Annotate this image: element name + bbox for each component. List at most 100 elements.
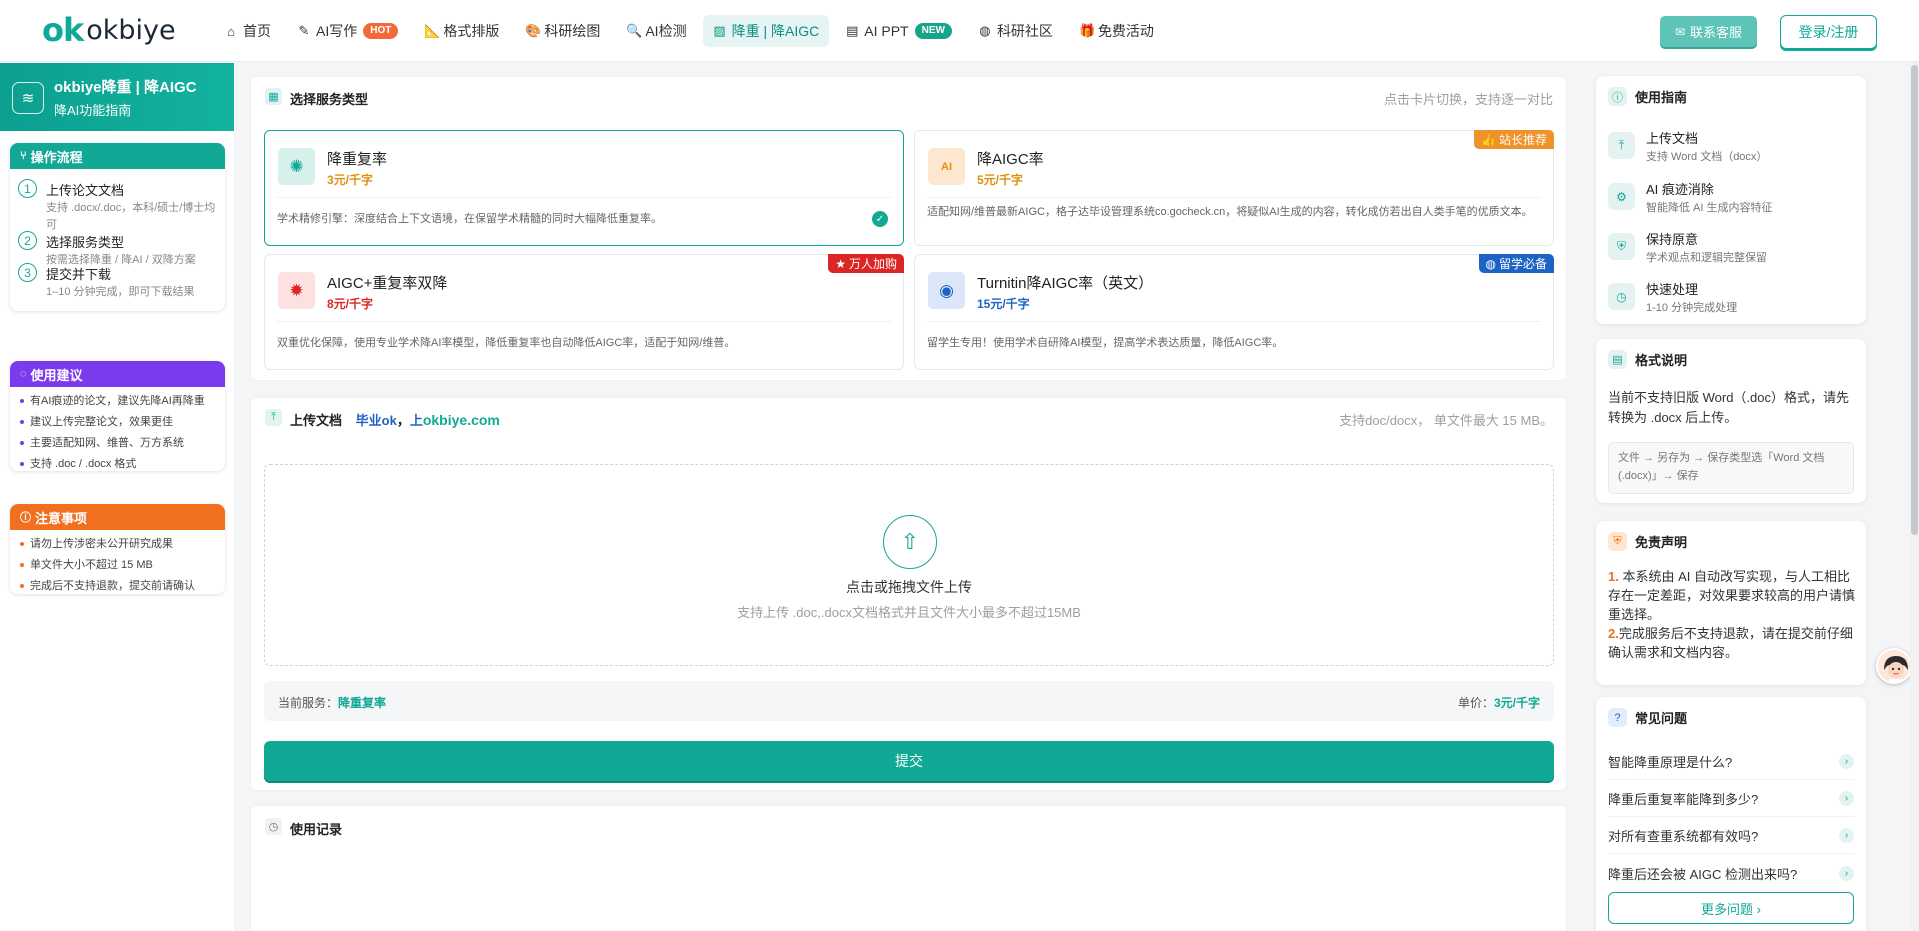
faq-item[interactable]: 降重后还会被 AIGC 检测出来吗? › <box>1608 855 1854 891</box>
service-card-reduce-aigc[interactable]: AI 降AIGC率 5元/千字 适配知网/维普最新AIGC，格子达毕设管理系统c… <box>914 130 1554 246</box>
tips-card: ◌ 使用建议 有AI痕迹的论文，建议先降AI再降重 建议上传完整论文，效果更佳 主… <box>10 361 225 471</box>
left-sidebar: ≋ okbiye降重 | 降AIGC 降AI功能指南 ⑂ 操作流程 1 上传论文文… <box>0 63 234 931</box>
nav-reduce-aigc[interactable]: ▨ 降重 | 降AIGC <box>702 15 830 47</box>
service-price: 15元/千字 <box>977 297 1030 311</box>
list-item: 主要适配知网、维普、万方系统 <box>20 433 219 454</box>
hot-badge: HOT <box>363 23 399 39</box>
gear-icon: ✹ <box>278 272 315 309</box>
ai-hex-icon: AI <box>928 148 965 185</box>
guide-item-desc: 智能降低 AI 生成内容特征 <box>1646 202 1773 214</box>
palette-icon: 🎨 <box>525 23 542 38</box>
study-abroad-ribbon: ◍ 留学必备 <box>1478 254 1554 273</box>
guide-item-title: 快速处理 <box>1646 282 1699 297</box>
records-title: 使用记录 <box>290 822 343 837</box>
nav-ai-writing[interactable]: ✎ AI写作 HOT <box>287 15 408 47</box>
service-card-turnitin[interactable]: ◉ Turnitin降AIGC率（英文） 15元/千字 留学生专用！使用学术自研… <box>914 254 1554 370</box>
globe-icon: ◍ <box>1485 256 1496 271</box>
faq-item[interactable]: 对所有查重系统都有效吗? › <box>1608 818 1854 854</box>
flow-card: ⑂ 操作流程 1 上传论文文档 支持 .docx/.doc，本科/硕士/博士均可 … <box>10 143 225 311</box>
step-number: 2 <box>18 231 37 250</box>
nav-ai-detect[interactable]: 🔍 AI检测 <box>616 15 696 47</box>
nav-research-drawing[interactable]: 🎨 科研绘图 <box>515 15 610 47</box>
format-card: ▤ 格式说明 当前不支持旧版 Word（.doc）格式，请先转换为 .docx 后… <box>1596 339 1866 503</box>
step-desc: 1–10 分钟完成，即可下载结果 <box>46 286 195 298</box>
nav-label: AI检测 <box>645 23 687 39</box>
faq-question: 对所有查重系统都有效吗? <box>1608 829 1759 844</box>
guide-item-desc: 学术观点和逻辑完整保留 <box>1646 252 1767 264</box>
guide-item-title: AI 痕迹消除 <box>1646 182 1714 197</box>
upload-icon: ⤒ <box>265 409 282 426</box>
more-questions-button[interactable]: 更多问题 › <box>1608 892 1854 924</box>
service-name: AIGC+重复率双降 <box>327 275 448 292</box>
edit-box-icon: ▨ <box>713 23 726 38</box>
nav-free-events[interactable]: 🎁 免费活动 <box>1069 15 1164 47</box>
home-icon: ⌂ <box>227 23 235 39</box>
notes-card: ⓘ 注意事项 请勿上传涉密未公开研究成果 单文件大小不超过 15 MB 完成后不支… <box>10 504 225 594</box>
format-title: 格式说明 <box>1635 353 1688 368</box>
service-price: 8元/千字 <box>327 297 374 311</box>
service-name: Turnitin降AIGC率（英文） <box>977 275 1154 292</box>
comment-icon: ◌ <box>20 368 27 380</box>
nav-community[interactable]: ◍ 科研社区 <box>968 15 1063 47</box>
guide-item-title: 上传文档 <box>1646 131 1699 146</box>
brain-icon: ◉ <box>928 272 965 309</box>
service-price: 3元/千字 <box>327 173 374 187</box>
format-header: ▤ 格式说明 <box>1608 350 1687 369</box>
nav-format[interactable]: 📐 格式排版 <box>414 15 509 47</box>
okbiye-logo[interactable]: ok okbiye <box>42 12 176 48</box>
document-icon: ▤ <box>1608 350 1627 369</box>
upload-panel-title: 上传文档 毕业ok，上okbiye.com <box>290 410 500 429</box>
list-item: 有AI痕迹的论文，建议先降AI再降重 <box>20 391 219 412</box>
faq-header: ? 常见问题 <box>1608 708 1687 727</box>
service-desc: 双重优化保障，使用专业学术降AI率模型，降低重复率也自动降低AIGC率，适配于知… <box>277 337 736 349</box>
sidebar-header: ≋ okbiye降重 | 降AIGC 降AI功能指南 <box>0 63 234 131</box>
disclaimer-num-2: 2. <box>1608 626 1619 641</box>
file-dropzone[interactable]: ⇧ 点击或拖拽文件上传 支持上传 .doc,.docx文档格式并且文件大小最多不… <box>264 464 1554 666</box>
service-card-reduce-duplicate[interactable]: ✺ 降重复率 3元/千字 学术精修引擎：深度结合上下文语境，在保留学术精髓的同时… <box>264 130 904 246</box>
nav-home[interactable]: ⌂ 首页 <box>214 15 281 47</box>
disclaimer-item-2: 完成服务后不支持退款，请在提交前仔细确认需求和文档内容。 <box>1608 626 1853 660</box>
chevron-right-icon: › <box>1839 828 1854 843</box>
service-name: 降AIGC率 <box>977 151 1044 168</box>
divider <box>277 197 891 198</box>
guide-header: ⓘ 使用指南 <box>1608 87 1687 106</box>
upload-hint: 支持doc/docx， 单文件最大 15 MB。 <box>1339 413 1553 428</box>
chat-icon: ✉ <box>1674 24 1686 39</box>
divider <box>927 197 1541 198</box>
service-card-dual-reduce[interactable]: ✹ AIGC+重复率双降 8元/千字 双重优化保障，使用专业学术降AI率模型，降… <box>264 254 904 370</box>
faq-item[interactable]: 降重后重复率能降到多少? › <box>1608 781 1854 817</box>
chevron-right-icon: › <box>1839 754 1854 769</box>
guide-item-title: 保持原意 <box>1646 232 1699 247</box>
current-service-bar: 当前服务：降重复率 单价：3元/千字 <box>264 681 1554 721</box>
contact-support-button[interactable]: ✉ 联系客服 <box>1660 16 1757 47</box>
assistant-avatar[interactable] <box>1876 648 1912 684</box>
site-prefix: 上 <box>409 413 423 428</box>
guide-item-desc: 1-10 分钟完成处理 <box>1646 302 1738 314</box>
guide-card: ⓘ 使用指南 ⤒ 上传文档 支持 Word 文档（docx） ⚙ AI 痕迹消除 智能降低… <box>1596 76 1866 324</box>
sidebar-title: okbiye降重 | 降AIGC <box>54 79 197 96</box>
records-panel <box>250 805 1567 931</box>
step-number: 3 <box>18 263 37 282</box>
faq-item[interactable]: 智能降重原理是什么? › <box>1608 744 1854 780</box>
nav-label: 免费活动 <box>1097 23 1154 39</box>
faq-question: 智能降重原理是什么? <box>1608 755 1733 770</box>
format-text: 当前不支持旧版 Word（.doc）格式，请先转换为 .docx 后上传。 <box>1608 390 1850 425</box>
nav-label: 格式排版 <box>443 23 500 39</box>
submit-button[interactable]: 提交 <box>264 741 1554 781</box>
info-icon: ⓘ <box>1608 87 1627 106</box>
fan-icon: ✺ <box>278 148 315 185</box>
nav-ai-ppt[interactable]: ▤ AI PPT NEW <box>835 15 962 47</box>
logo-mark: ok <box>42 11 84 49</box>
branch-icon: ⑂ <box>20 150 27 162</box>
ribbon-label: 留学必备 <box>1498 257 1547 271</box>
scrollbar-thumb[interactable] <box>1911 65 1918 535</box>
upload-arrow-icon: ⇧ <box>883 515 937 569</box>
login-register-button[interactable]: 登录/注册 <box>1780 15 1877 49</box>
site-separator: ， <box>396 413 410 428</box>
step-title: 选择服务类型 <box>46 235 125 250</box>
nav-label: AI PPT <box>864 23 909 39</box>
flow-card-header: ⑂ 操作流程 <box>10 143 225 169</box>
chevron-right-icon: › <box>1839 865 1854 881</box>
ribbon-label: 站长推荐 <box>1498 133 1547 147</box>
grid-icon: ▦ <box>265 88 282 105</box>
